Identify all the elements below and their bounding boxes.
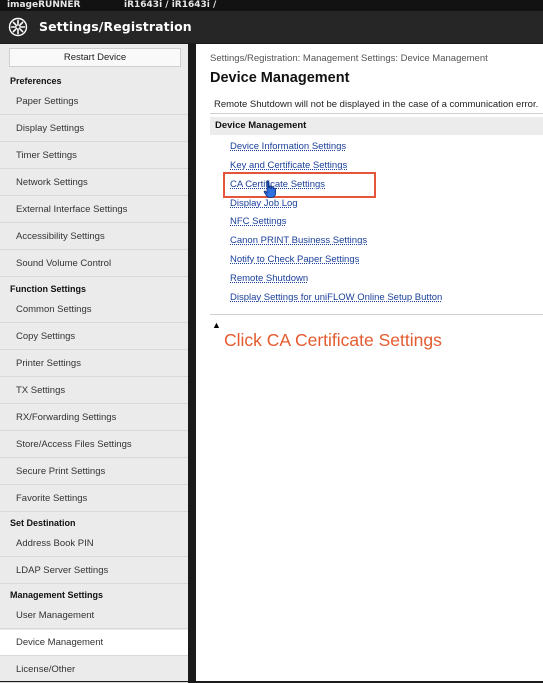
sidebar-item-external-interface-settings[interactable]: External Interface Settings (0, 197, 188, 223)
scroll-to-top-icon[interactable]: ▲ (212, 321, 221, 330)
settings-sidebar: Restart Device Preferences Paper Setting… (0, 44, 188, 683)
settings-gear-icon (8, 17, 28, 37)
sidebar-item-store-access-files-settings[interactable]: Store/Access Files Settings (0, 432, 188, 458)
divider (210, 113, 543, 114)
link-display-settings-uniflow[interactable]: Display Settings for uniFLOW Online Setu… (230, 292, 442, 303)
hand-cursor-icon (263, 180, 276, 198)
restart-device-button[interactable]: Restart Device (9, 48, 181, 67)
sidebar-item-network-settings[interactable]: Network Settings (0, 170, 188, 196)
link-notify-to-check-paper-settings[interactable]: Notify to Check Paper Settings (230, 254, 359, 265)
sidebar-item-copy-settings[interactable]: Copy Settings (0, 324, 188, 350)
sidebar-item-common-settings[interactable]: Common Settings (0, 297, 188, 323)
app-header: Settings/Registration (0, 11, 543, 43)
sidebar-item-display-settings[interactable]: Display Settings (0, 116, 188, 142)
section-set-destination: Set Destination (10, 518, 76, 528)
link-canon-print-business-settings[interactable]: Canon PRINT Business Settings (230, 235, 367, 246)
notice-text: Remote Shutdown will not be displayed in… (214, 99, 539, 110)
highlight-box (223, 172, 376, 198)
sidebar-item-paper-settings[interactable]: Paper Settings (0, 89, 188, 115)
sidebar-item-license-other[interactable]: License/Other (0, 657, 188, 683)
sidebar-item-ldap-server-settings[interactable]: LDAP Server Settings (0, 558, 188, 584)
section-header: Device Management (210, 117, 543, 135)
instruction-text: Click CA Certificate Settings (224, 330, 442, 350)
sidebar-item-device-management[interactable]: Device Management (0, 630, 188, 656)
link-nfc-settings[interactable]: NFC Settings (230, 216, 287, 227)
model-name: iR1643i / iR1643i / (124, 0, 217, 10)
breadcrumb: Settings/Registration: Management Settin… (210, 53, 488, 64)
sidebar-item-sound-volume-control[interactable]: Sound Volume Control (0, 251, 188, 277)
sidebar-item-tx-settings[interactable]: TX Settings (0, 378, 188, 404)
top-status-bar: imageRUNNER iR1643i / iR1643i / (0, 0, 543, 11)
product-name: imageRUNNER (7, 0, 81, 10)
page-title: Device Management (210, 70, 350, 86)
sidebar-item-favorite-settings[interactable]: Favorite Settings (0, 486, 188, 512)
sidebar-item-address-book-pin[interactable]: Address Book PIN (0, 531, 188, 557)
section-function-settings: Function Settings (10, 284, 86, 294)
app-title: Settings/Registration (39, 19, 192, 34)
link-remote-shutdown[interactable]: Remote Shutdown (230, 273, 308, 284)
sidebar-item-printer-settings[interactable]: Printer Settings (0, 351, 188, 377)
link-device-information-settings[interactable]: Device Information Settings (230, 141, 346, 152)
link-key-and-certificate-settings[interactable]: Key and Certificate Settings (230, 160, 347, 171)
section-preferences: Preferences (10, 76, 62, 86)
divider (210, 314, 543, 315)
sidebar-item-secure-print-settings[interactable]: Secure Print Settings (0, 459, 188, 485)
sidebar-item-timer-settings[interactable]: Timer Settings (0, 143, 188, 169)
sidebar-item-accessibility-settings[interactable]: Accessibility Settings (0, 224, 188, 250)
sidebar-item-rx-forwarding-settings[interactable]: RX/Forwarding Settings (0, 405, 188, 431)
sidebar-item-user-management[interactable]: User Management (0, 603, 188, 629)
main-content: Settings/Registration: Management Settin… (196, 44, 543, 681)
section-management-settings: Management Settings (10, 590, 104, 600)
section-header-label: Device Management (215, 120, 307, 131)
